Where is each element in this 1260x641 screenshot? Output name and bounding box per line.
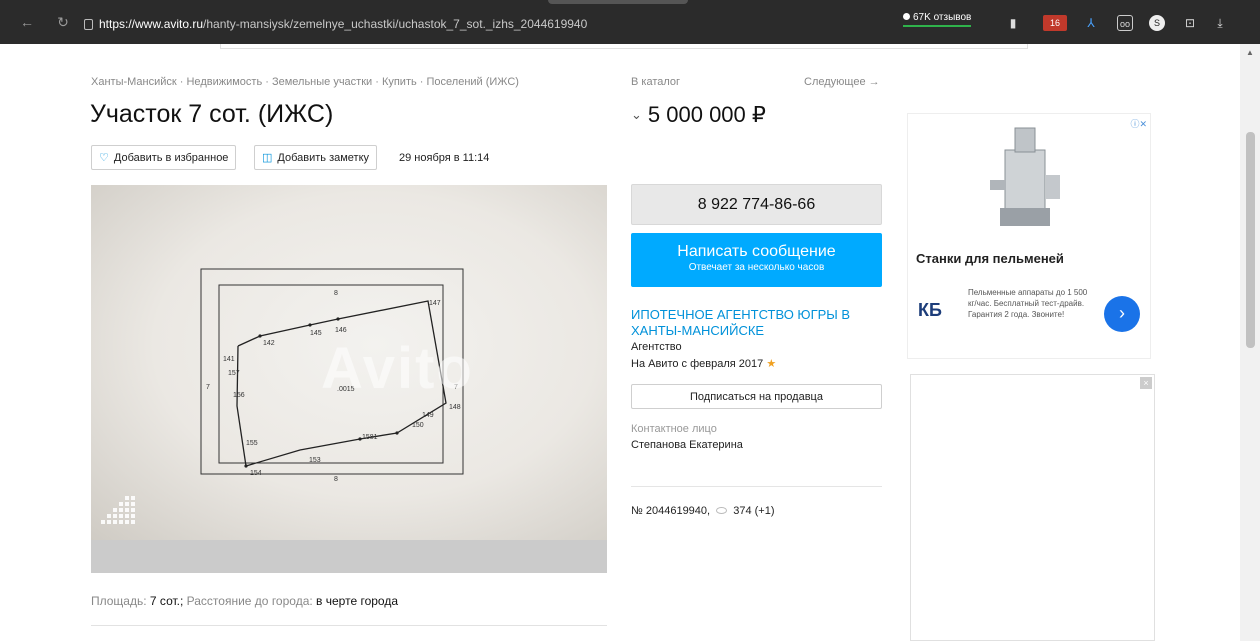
ad-id: № 2044619940, bbox=[631, 505, 711, 517]
photo-image: 8 147 142 145 146 141 157 7 156 .0015 7 … bbox=[91, 185, 607, 540]
header-divider bbox=[220, 44, 1028, 49]
plan-label: 155 bbox=[246, 440, 258, 447]
add-favorite-label: Добавить в избранное bbox=[113, 151, 229, 164]
catalog-link[interactable]: В каталог bbox=[631, 76, 680, 88]
add-note-button[interactable]: ◫ Добавить заметку bbox=[254, 145, 378, 170]
area-label: Площадь: bbox=[91, 594, 147, 608]
plan-label: 146 bbox=[335, 327, 347, 334]
ad-info-icon[interactable]: ⓘ✕ bbox=[1130, 117, 1147, 130]
seller-since: На Авито с февраля 2017 ★ bbox=[631, 357, 776, 370]
url-path: /hanty-mansiysk/zemelnye_uchastki/uchast… bbox=[203, 17, 588, 31]
divider bbox=[91, 625, 607, 626]
heart-icon: ♡ bbox=[99, 152, 109, 164]
scroll-up-icon[interactable]: ▲ bbox=[1246, 48, 1254, 57]
browser-toolbar: ← ↻ https://www.avito.ru/hanty-mansiysk/… bbox=[0, 0, 1260, 44]
agency-logo-icon bbox=[101, 496, 135, 524]
contact-label: Контактное лицо bbox=[631, 423, 717, 435]
chevron-right-icon[interactable]: › bbox=[1104, 296, 1140, 332]
response-time-label: Отвечает за несколько часов bbox=[688, 262, 825, 273]
download-icon[interactable]: ⤓ bbox=[1212, 15, 1228, 31]
area-value: 7 сот.; bbox=[149, 594, 184, 608]
publish-date: 29 ноября в 11:14 bbox=[399, 152, 490, 164]
eye-icon bbox=[716, 507, 728, 514]
active-tab-indicator bbox=[548, 0, 688, 4]
plan-label: 149 bbox=[422, 412, 434, 419]
back-icon[interactable]: ← bbox=[16, 14, 38, 30]
plan-label: 7 bbox=[206, 384, 210, 391]
ad-meta: № 2044619940, 374 (+1) bbox=[631, 505, 775, 517]
contact-name: Степанова Екатерина bbox=[631, 439, 743, 451]
avito-watermark: Avito bbox=[321, 336, 474, 401]
plan-label: 148 bbox=[449, 404, 461, 411]
seller-name-link[interactable]: ИПОТЕЧНОЕ АГЕНТСТВО ЮГРЫ В ХАНТЫ-МАНСИЙС… bbox=[631, 307, 881, 339]
reload-icon[interactable]: ↻ bbox=[52, 14, 74, 31]
breadcrumb[interactable]: Ханты-Мансийск · Недвижимость · Земельны… bbox=[91, 76, 519, 88]
page-content: Ханты-Мансийск · Недвижимость · Земельны… bbox=[0, 44, 1240, 641]
plan-label: 154 bbox=[250, 470, 262, 477]
views-count: 374 (+1) bbox=[733, 505, 775, 517]
plan-label: 150 bbox=[412, 422, 424, 429]
ad-placeholder: × bbox=[910, 374, 1155, 641]
note-icon: ◫ bbox=[262, 152, 273, 164]
add-note-label: Добавить заметку bbox=[277, 151, 370, 164]
plan-label: 1581 bbox=[362, 434, 378, 441]
reviews-badge[interactable]: 67K отзывов bbox=[903, 12, 972, 27]
add-favorite-button[interactable]: ♡ Добавить в избранное bbox=[91, 145, 237, 170]
extension-badge-icon[interactable]: 16 bbox=[1043, 15, 1067, 31]
plan-label: 156 bbox=[233, 392, 245, 399]
ad-title[interactable]: Станки для пельменей bbox=[916, 251, 1064, 266]
write-message-label: Написать сообщение bbox=[677, 243, 836, 260]
lock-icon bbox=[84, 18, 93, 30]
plan-label: 147 bbox=[429, 300, 441, 307]
scrollbar-thumb[interactable] bbox=[1246, 132, 1255, 348]
divider bbox=[631, 486, 882, 487]
plan-label: 141 bbox=[223, 356, 235, 363]
distance-value: в черте города bbox=[316, 594, 399, 608]
listing-params: Площадь: 7 сот.; Расстояние до города: в… bbox=[91, 594, 398, 608]
ad-text: Пельменные аппараты до 1 500 кг/час. Бес… bbox=[968, 288, 1088, 319]
subscribe-button[interactable]: Подписаться на продавца bbox=[631, 384, 882, 409]
price[interactable]: ⌄ 5 000 000 ₽ bbox=[631, 102, 766, 128]
extension-icon[interactable]: ⅄ bbox=[1083, 15, 1099, 31]
price-value: 5 000 000 ₽ bbox=[647, 102, 766, 127]
collections-icon[interactable]: ⊡ bbox=[1182, 15, 1198, 31]
address-bar[interactable]: https://www.avito.ru/hanty-mansiysk/zeme… bbox=[84, 17, 587, 31]
plan-label: 157 bbox=[228, 370, 240, 377]
machine-image bbox=[990, 127, 1060, 226]
ad-banner[interactable]: ⓘ✕ Станки для пельменей КБ Пельменные ап… bbox=[907, 113, 1151, 359]
seller-since-label: На Авито с февраля 2017 bbox=[631, 358, 764, 370]
seller-type: Агентство bbox=[631, 341, 682, 353]
medal-icon: ★ bbox=[766, 358, 777, 370]
show-phone-button[interactable]: 8 922 774-86-66 bbox=[631, 184, 882, 225]
close-icon[interactable]: × bbox=[1140, 377, 1152, 389]
reader-icon[interactable]: oo bbox=[1117, 15, 1133, 31]
plan-label: 8 bbox=[334, 476, 338, 483]
photo-footer bbox=[91, 540, 607, 573]
scrollbar[interactable]: ▲ bbox=[1240, 44, 1260, 641]
next-link[interactable]: Следующее → bbox=[804, 76, 880, 88]
url-host: https://www.avito.ru bbox=[99, 17, 204, 31]
plan-label: 8 bbox=[334, 290, 338, 297]
plan-label: 142 bbox=[263, 340, 275, 347]
bookmark-icon[interactable]: ▮ bbox=[1005, 15, 1021, 31]
page-title: Участок 7 сот. (ИЖС) bbox=[90, 100, 334, 128]
listing-photo[interactable]: 8 147 142 145 146 141 157 7 156 .0015 7 … bbox=[91, 185, 607, 573]
chevron-down-icon[interactable]: ⌄ bbox=[631, 107, 642, 122]
distance-label: Расстояние до города: bbox=[186, 594, 313, 608]
profile-icon[interactable]: S bbox=[1149, 15, 1165, 31]
plan-label: 153 bbox=[309, 457, 321, 464]
write-message-button[interactable]: Написать сообщение Отвечает за несколько… bbox=[631, 233, 882, 287]
ad-logo: КБ bbox=[918, 300, 942, 320]
